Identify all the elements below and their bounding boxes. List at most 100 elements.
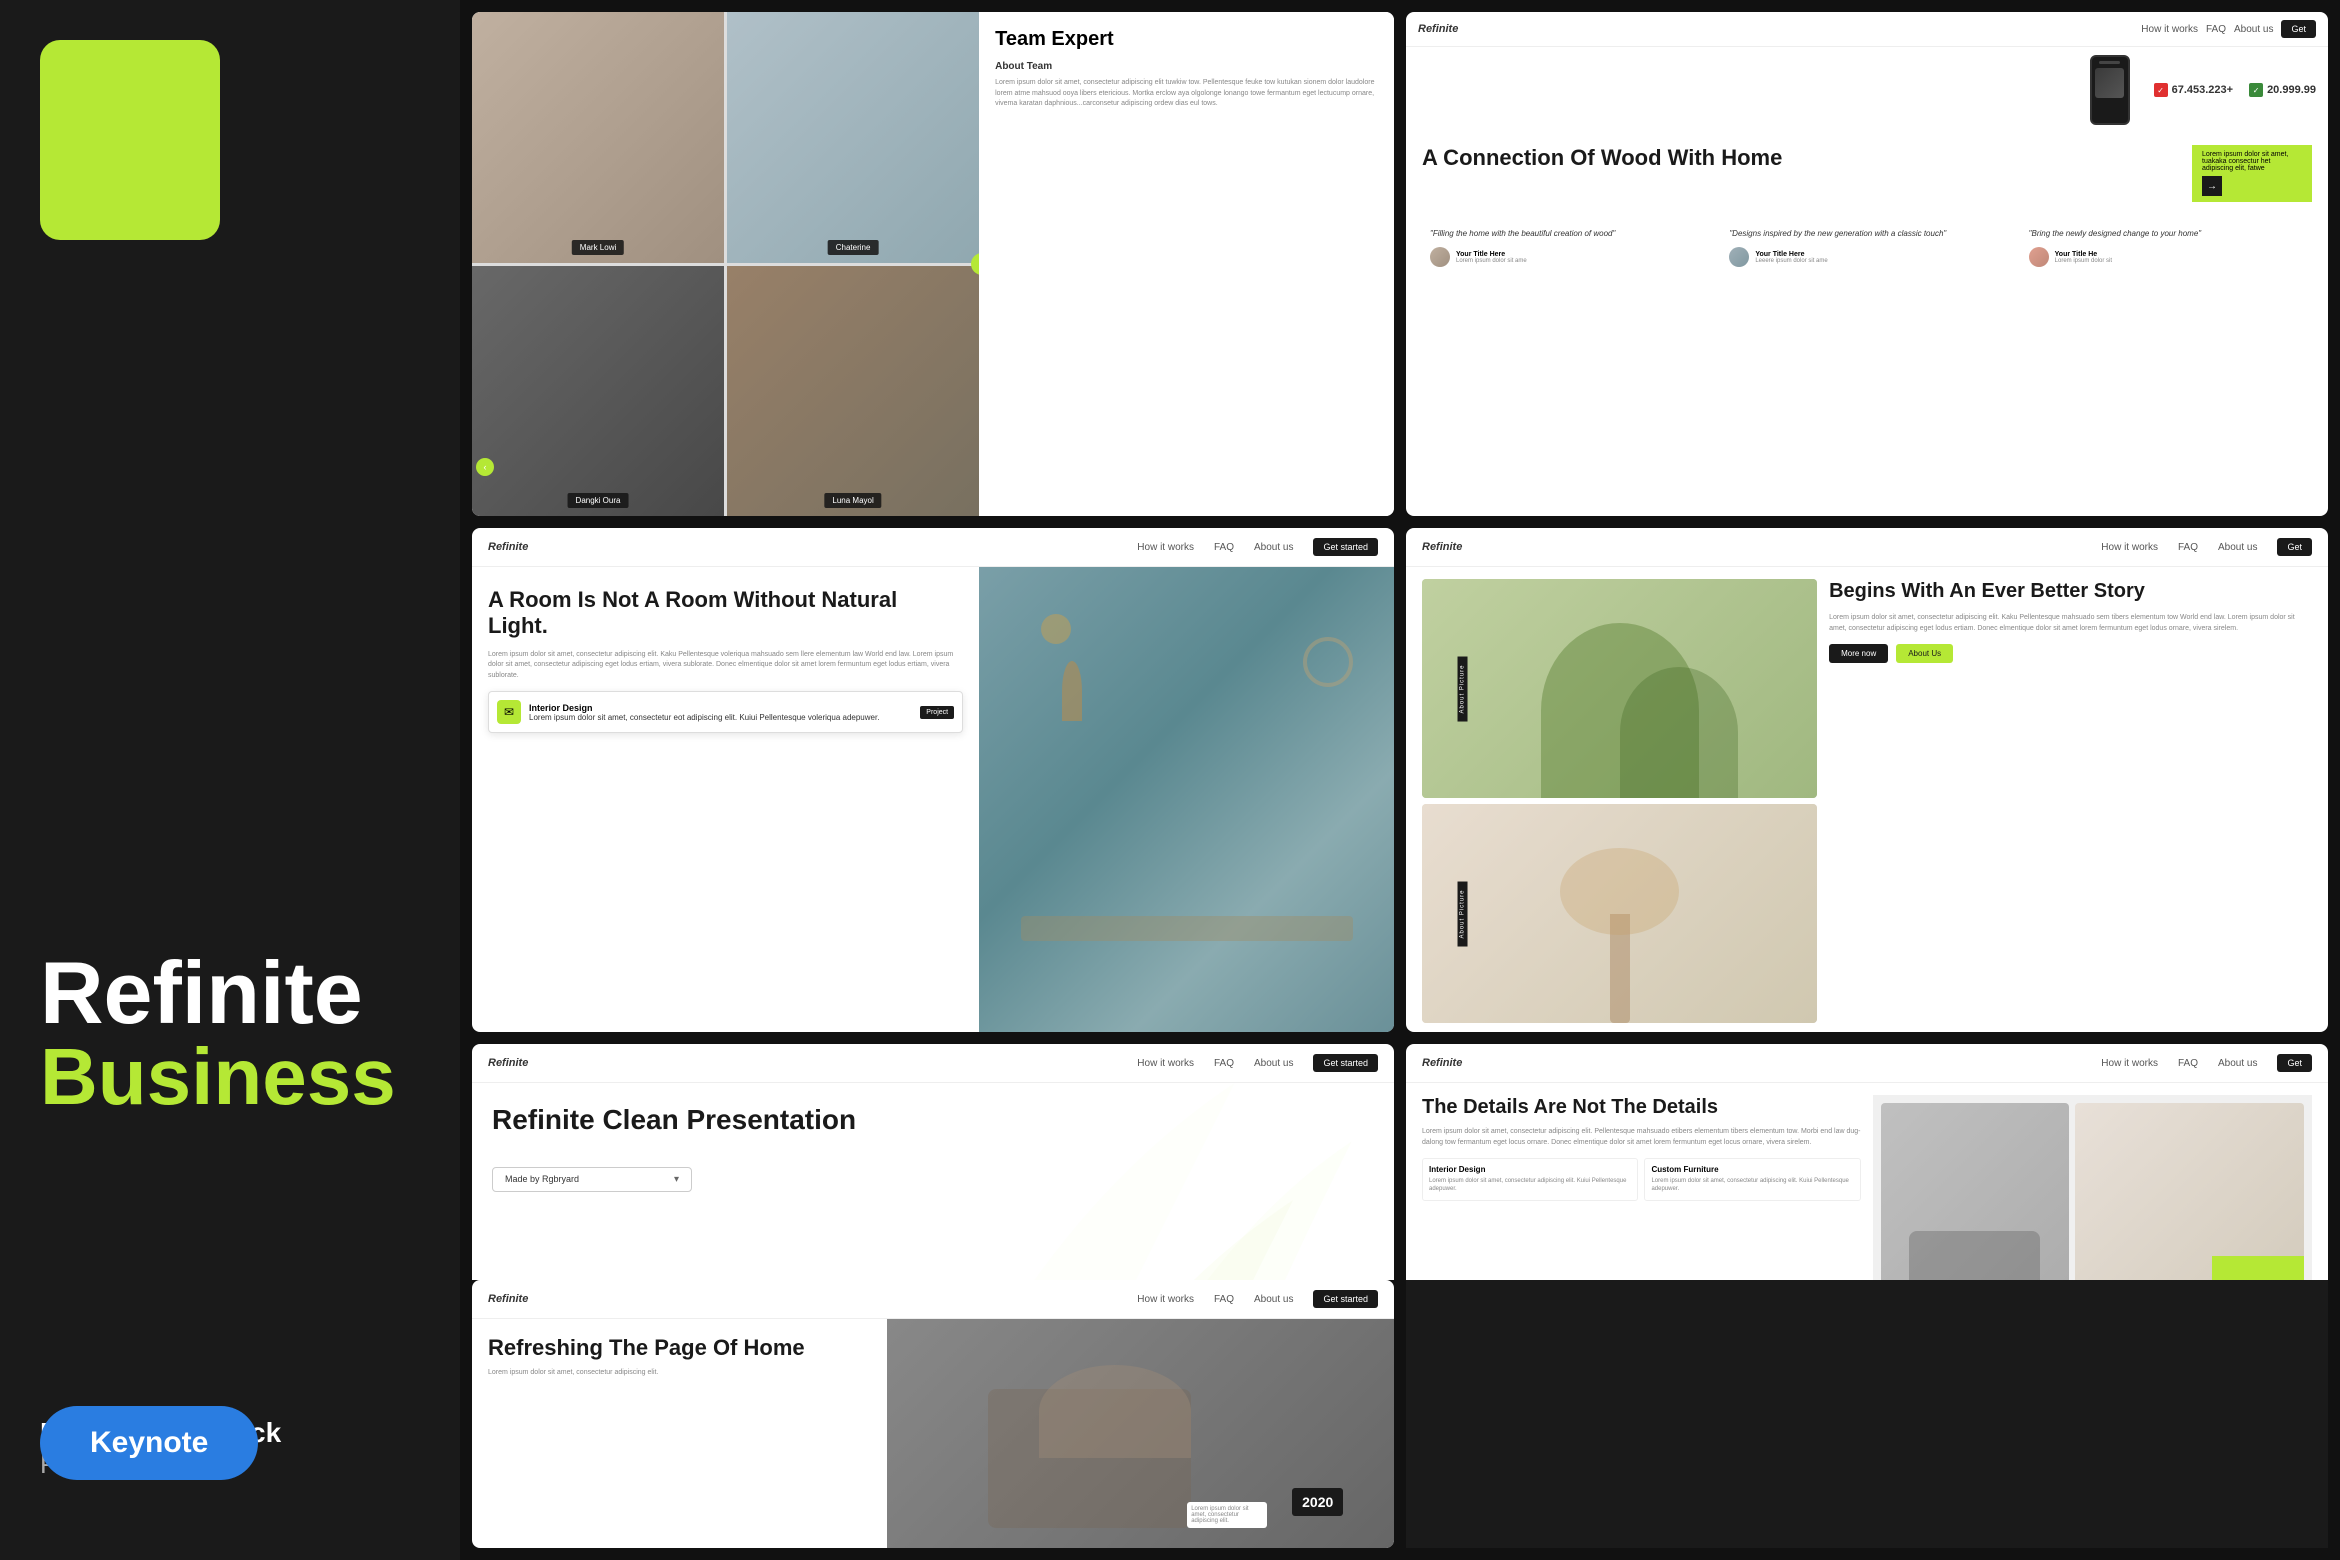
dropdown-label: Made by Rgbryard	[505, 1174, 579, 1184]
begins-nav: Refinite How it works FAQ About us Get	[1406, 528, 2328, 567]
about-label: About Team	[995, 61, 1378, 72]
present-dropdown[interactable]: Made by Rgbryard ▾	[492, 1167, 692, 1192]
person-info-1: Your Title Here Lorem ipsum dolor sit am…	[1456, 251, 1527, 264]
member-mark: Mark Lowi	[572, 240, 624, 255]
begins-nav-logo: Refinite	[1422, 541, 1462, 553]
room-inner: A Room Is Not A Room Without Natural Lig…	[472, 567, 1394, 1032]
interior-design-box: ✉ Interior Design Lorem ipsum dolor sit …	[488, 691, 963, 733]
refresh-headline: Refreshing The Page Of Home	[488, 1335, 871, 1361]
quote-3: "Bring the newly designed change to your…	[2021, 220, 2312, 275]
begins-nav-btn[interactable]: Get	[2277, 538, 2312, 556]
begins-nav-2[interactable]: FAQ	[2178, 542, 2198, 553]
conn-headline: A Connection Of Wood With Home	[1422, 145, 2180, 171]
conn-green-text: Lorem ipsum dolor sit amet, tuakaka cons…	[2202, 151, 2302, 172]
person-element	[1039, 1365, 1191, 1458]
conn-nav-1[interactable]: How it works	[2141, 24, 2198, 35]
details-desc: Lorem ipsum dolor sit amet, consectetur …	[1422, 1127, 1861, 1148]
room-nav-btn[interactable]: Get started	[1313, 538, 1378, 556]
team-content: Team Expert About Team Lorem ipsum dolor…	[979, 12, 1394, 516]
conn-content: A Connection Of Wood With Home Lorem ips…	[1406, 133, 2328, 287]
green-decoration	[40, 40, 220, 240]
member-dangki: Dangki Oura	[568, 493, 629, 508]
person-info-2: Your Title Here Leeere ipsum dolor sit a…	[1755, 251, 1827, 264]
room-nav-link-2[interactable]: FAQ	[1214, 542, 1234, 553]
conn-nav-2[interactable]: FAQ	[2206, 24, 2226, 35]
details-nav-1[interactable]: How it works	[2101, 1058, 2158, 1069]
team-description: Lorem ipsum dolor sit amet, consectetur …	[995, 78, 1378, 110]
phone-mockup	[2090, 55, 2130, 125]
conn-nav-3[interactable]: About us	[2234, 24, 2273, 35]
present-nav-link-3[interactable]: About us	[1254, 1058, 1293, 1069]
conn-nav-logo: Refinite	[1418, 23, 1458, 35]
present-nav-link-2[interactable]: FAQ	[1214, 1058, 1234, 1069]
refresh-card-partial: Refinite How it works FAQ About us Get s…	[472, 1280, 1394, 1548]
present-nav-btn[interactable]: Get started	[1313, 1054, 1378, 1072]
stat-check-1: ✓	[2154, 83, 2168, 97]
avatar-3	[2029, 247, 2049, 267]
begins-images: About Picture About Picture	[1422, 579, 1817, 1023]
about-us-button[interactable]: About Us	[1896, 644, 1953, 663]
conn-quotes: "Filling the home with the beautiful cre…	[1422, 220, 2312, 275]
begins-card: Refinite How it works FAQ About us Get A…	[1406, 528, 2328, 1032]
refresh-stat-text: Lorem ipsum dolor sit amet, consectetur …	[1191, 1506, 1263, 1524]
detail-card-1: Interior Design Lorem ipsum dolor sit am…	[1422, 1158, 1638, 1201]
details-nav-2[interactable]: FAQ	[2178, 1058, 2198, 1069]
quote-3-text: "Bring the newly designed change to your…	[2029, 228, 2304, 239]
person-role-1: Lorem ipsum dolor sit ame	[1456, 258, 1527, 264]
present-nav: Refinite How it works FAQ About us Get s…	[472, 1044, 1394, 1083]
refresh-nav-btn[interactable]: Get started	[1313, 1290, 1378, 1308]
refresh-nav-2[interactable]: FAQ	[1214, 1294, 1234, 1305]
begins-headline: Begins With An Ever Better Story	[1829, 579, 2312, 603]
refresh-nav-3[interactable]: About us	[1254, 1294, 1293, 1305]
details-nav-btn[interactable]: Get	[2277, 1054, 2312, 1072]
room-nav-link-3[interactable]: About us	[1254, 542, 1293, 553]
present-headline: Refinite Clean Presentation	[492, 1103, 1374, 1137]
room-nav: Refinite How it works FAQ About us Get s…	[472, 528, 1394, 567]
details-nav-3[interactable]: About us	[2218, 1058, 2257, 1069]
refresh-stat-card: Lorem ipsum dolor sit amet, consectetur …	[1187, 1502, 1267, 1528]
room-desc: Lorem ipsum dolor sit amet, consectetur …	[488, 650, 963, 682]
photo-mark: Mark Lowi	[472, 12, 724, 263]
year-badge: 2020	[1292, 1488, 1343, 1516]
present-nav-logo: Refinite	[488, 1057, 528, 1069]
stat-2: ✓ 20.999.99	[2249, 83, 2316, 97]
details-headline: The Details Are Not The Details	[1422, 1095, 1861, 1119]
conn-nav-btn[interactable]: Get	[2281, 20, 2316, 38]
detail-card-1-title: Interior Design	[1429, 1165, 1631, 1174]
refresh-inner: Refreshing The Page Of Home Lorem ipsum …	[472, 1319, 1394, 1548]
person-name-3: Your Title He	[2055, 251, 2112, 258]
refresh-nav-1[interactable]: How it works	[1137, 1294, 1194, 1305]
room-nav-logo: Refinite	[488, 541, 528, 553]
refresh-text: Refreshing The Page Of Home Lorem ipsum …	[472, 1319, 887, 1548]
quote-2-person: Your Title Here Leeere ipsum dolor sit a…	[1729, 247, 2004, 267]
quote-2: "Designs inspired by the new generation …	[1721, 220, 2012, 275]
photo-dangki: Dangki Oura	[472, 266, 724, 517]
keynote-button[interactable]: Keynote	[40, 1406, 258, 1480]
room-card-desc: Lorem ipsum dolor sit amet, consectetur …	[529, 713, 879, 722]
quote-1-text: "Filling the home with the beautiful cre…	[1430, 228, 1705, 239]
quote-2-text: "Designs inspired by the new generation …	[1729, 228, 2004, 239]
left-panel: Refinite Business Modern Pitchdeck Prese…	[0, 0, 460, 1560]
person-role-3: Lorem ipsum dolor sit	[2055, 258, 2112, 264]
more-now-button[interactable]: More now	[1829, 644, 1888, 663]
begins-img-label-2: About Picture	[1458, 881, 1468, 946]
bottom-partial-row: Refinite How it works FAQ About us Get s…	[460, 1280, 2340, 1560]
person-name-1: Your Title Here	[1456, 251, 1527, 258]
team-photos: Mark Lowi Chaterine Dangki Oura Luna May…	[472, 12, 979, 516]
room-nav-link-1[interactable]: How it works	[1137, 542, 1194, 553]
team-title: Team Expert	[995, 28, 1378, 51]
person-role-2: Leeere ipsum dolor sit ame	[1755, 258, 1827, 264]
details-cards: Interior Design Lorem ipsum dolor sit am…	[1422, 1158, 1861, 1201]
prev-arrow[interactable]: ‹	[476, 458, 494, 476]
brand-title: Refinite	[40, 949, 420, 1037]
begins-nav-3[interactable]: About us	[2218, 542, 2257, 553]
begins-nav-1[interactable]: How it works	[2101, 542, 2158, 553]
stat-1: ✓ 67.453.223+	[2154, 83, 2233, 97]
person-info-3: Your Title He Lorem ipsum dolor sit	[2055, 251, 2112, 264]
member-luna: Luna Mayol	[824, 493, 881, 508]
room-headline: A Room Is Not A Room Without Natural Lig…	[488, 587, 963, 640]
quote-1-person: Your Title Here Lorem ipsum dolor sit am…	[1430, 247, 1705, 267]
avatar-2	[1729, 247, 1749, 267]
detail-card-1-text: Lorem ipsum dolor sit amet, consectetur …	[1429, 1177, 1631, 1194]
present-nav-link-1[interactable]: How it works	[1137, 1058, 1194, 1069]
